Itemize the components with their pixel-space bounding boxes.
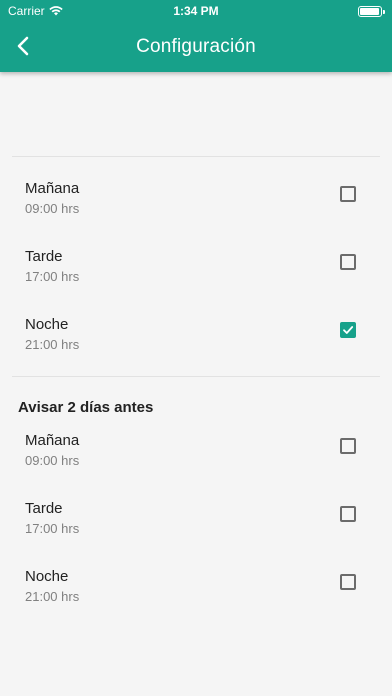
app-header: Carrier 1:34 PM Configuración bbox=[0, 0, 392, 72]
reminder-time: 09:00 hrs bbox=[25, 453, 80, 468]
checkmark-icon bbox=[343, 326, 354, 334]
reminder-row[interactable]: Mañana 09:00 hrs bbox=[0, 432, 392, 492]
reminder-checkbox[interactable] bbox=[340, 322, 356, 338]
reminder-row[interactable]: Noche 21:00 hrs bbox=[0, 568, 392, 628]
reminder-label: Noche bbox=[25, 568, 69, 585]
reminder-time: 17:00 hrs bbox=[25, 521, 80, 536]
section-divider bbox=[12, 156, 380, 157]
reminder-label: Mañana bbox=[25, 432, 80, 449]
nav-bar: Configuración bbox=[0, 22, 392, 72]
reminder-time: 17:00 hrs bbox=[25, 269, 80, 284]
section-divider bbox=[12, 376, 380, 377]
section-title: Avisar 2 días antes bbox=[18, 399, 154, 416]
reminder-label: Tarde bbox=[25, 500, 63, 517]
reminder-time: 21:00 hrs bbox=[25, 337, 80, 352]
reminder-row[interactable]: Mañana 09:00 hrs bbox=[0, 180, 392, 240]
reminder-checkbox[interactable] bbox=[340, 254, 356, 270]
status-bar: Carrier 1:34 PM bbox=[0, 0, 392, 22]
reminder-checkbox[interactable] bbox=[340, 574, 356, 590]
reminder-row[interactable]: Tarde 17:00 hrs bbox=[0, 248, 392, 308]
reminder-time: 21:00 hrs bbox=[25, 589, 80, 604]
reminder-time: 09:00 hrs bbox=[25, 201, 80, 216]
reminder-row[interactable]: Tarde 17:00 hrs bbox=[0, 500, 392, 560]
reminder-label: Noche bbox=[25, 316, 69, 333]
reminder-checkbox[interactable] bbox=[340, 438, 356, 454]
reminder-checkbox[interactable] bbox=[340, 506, 356, 522]
reminder-label: Tarde bbox=[25, 248, 63, 265]
battery-icon bbox=[358, 6, 385, 17]
page-title: Configuración bbox=[136, 36, 256, 57]
status-time: 1:34 PM bbox=[173, 4, 219, 18]
reminder-label: Mañana bbox=[25, 180, 80, 197]
reminder-row[interactable]: Noche 21:00 hrs bbox=[0, 316, 392, 376]
reminder-checkbox[interactable] bbox=[340, 186, 356, 202]
